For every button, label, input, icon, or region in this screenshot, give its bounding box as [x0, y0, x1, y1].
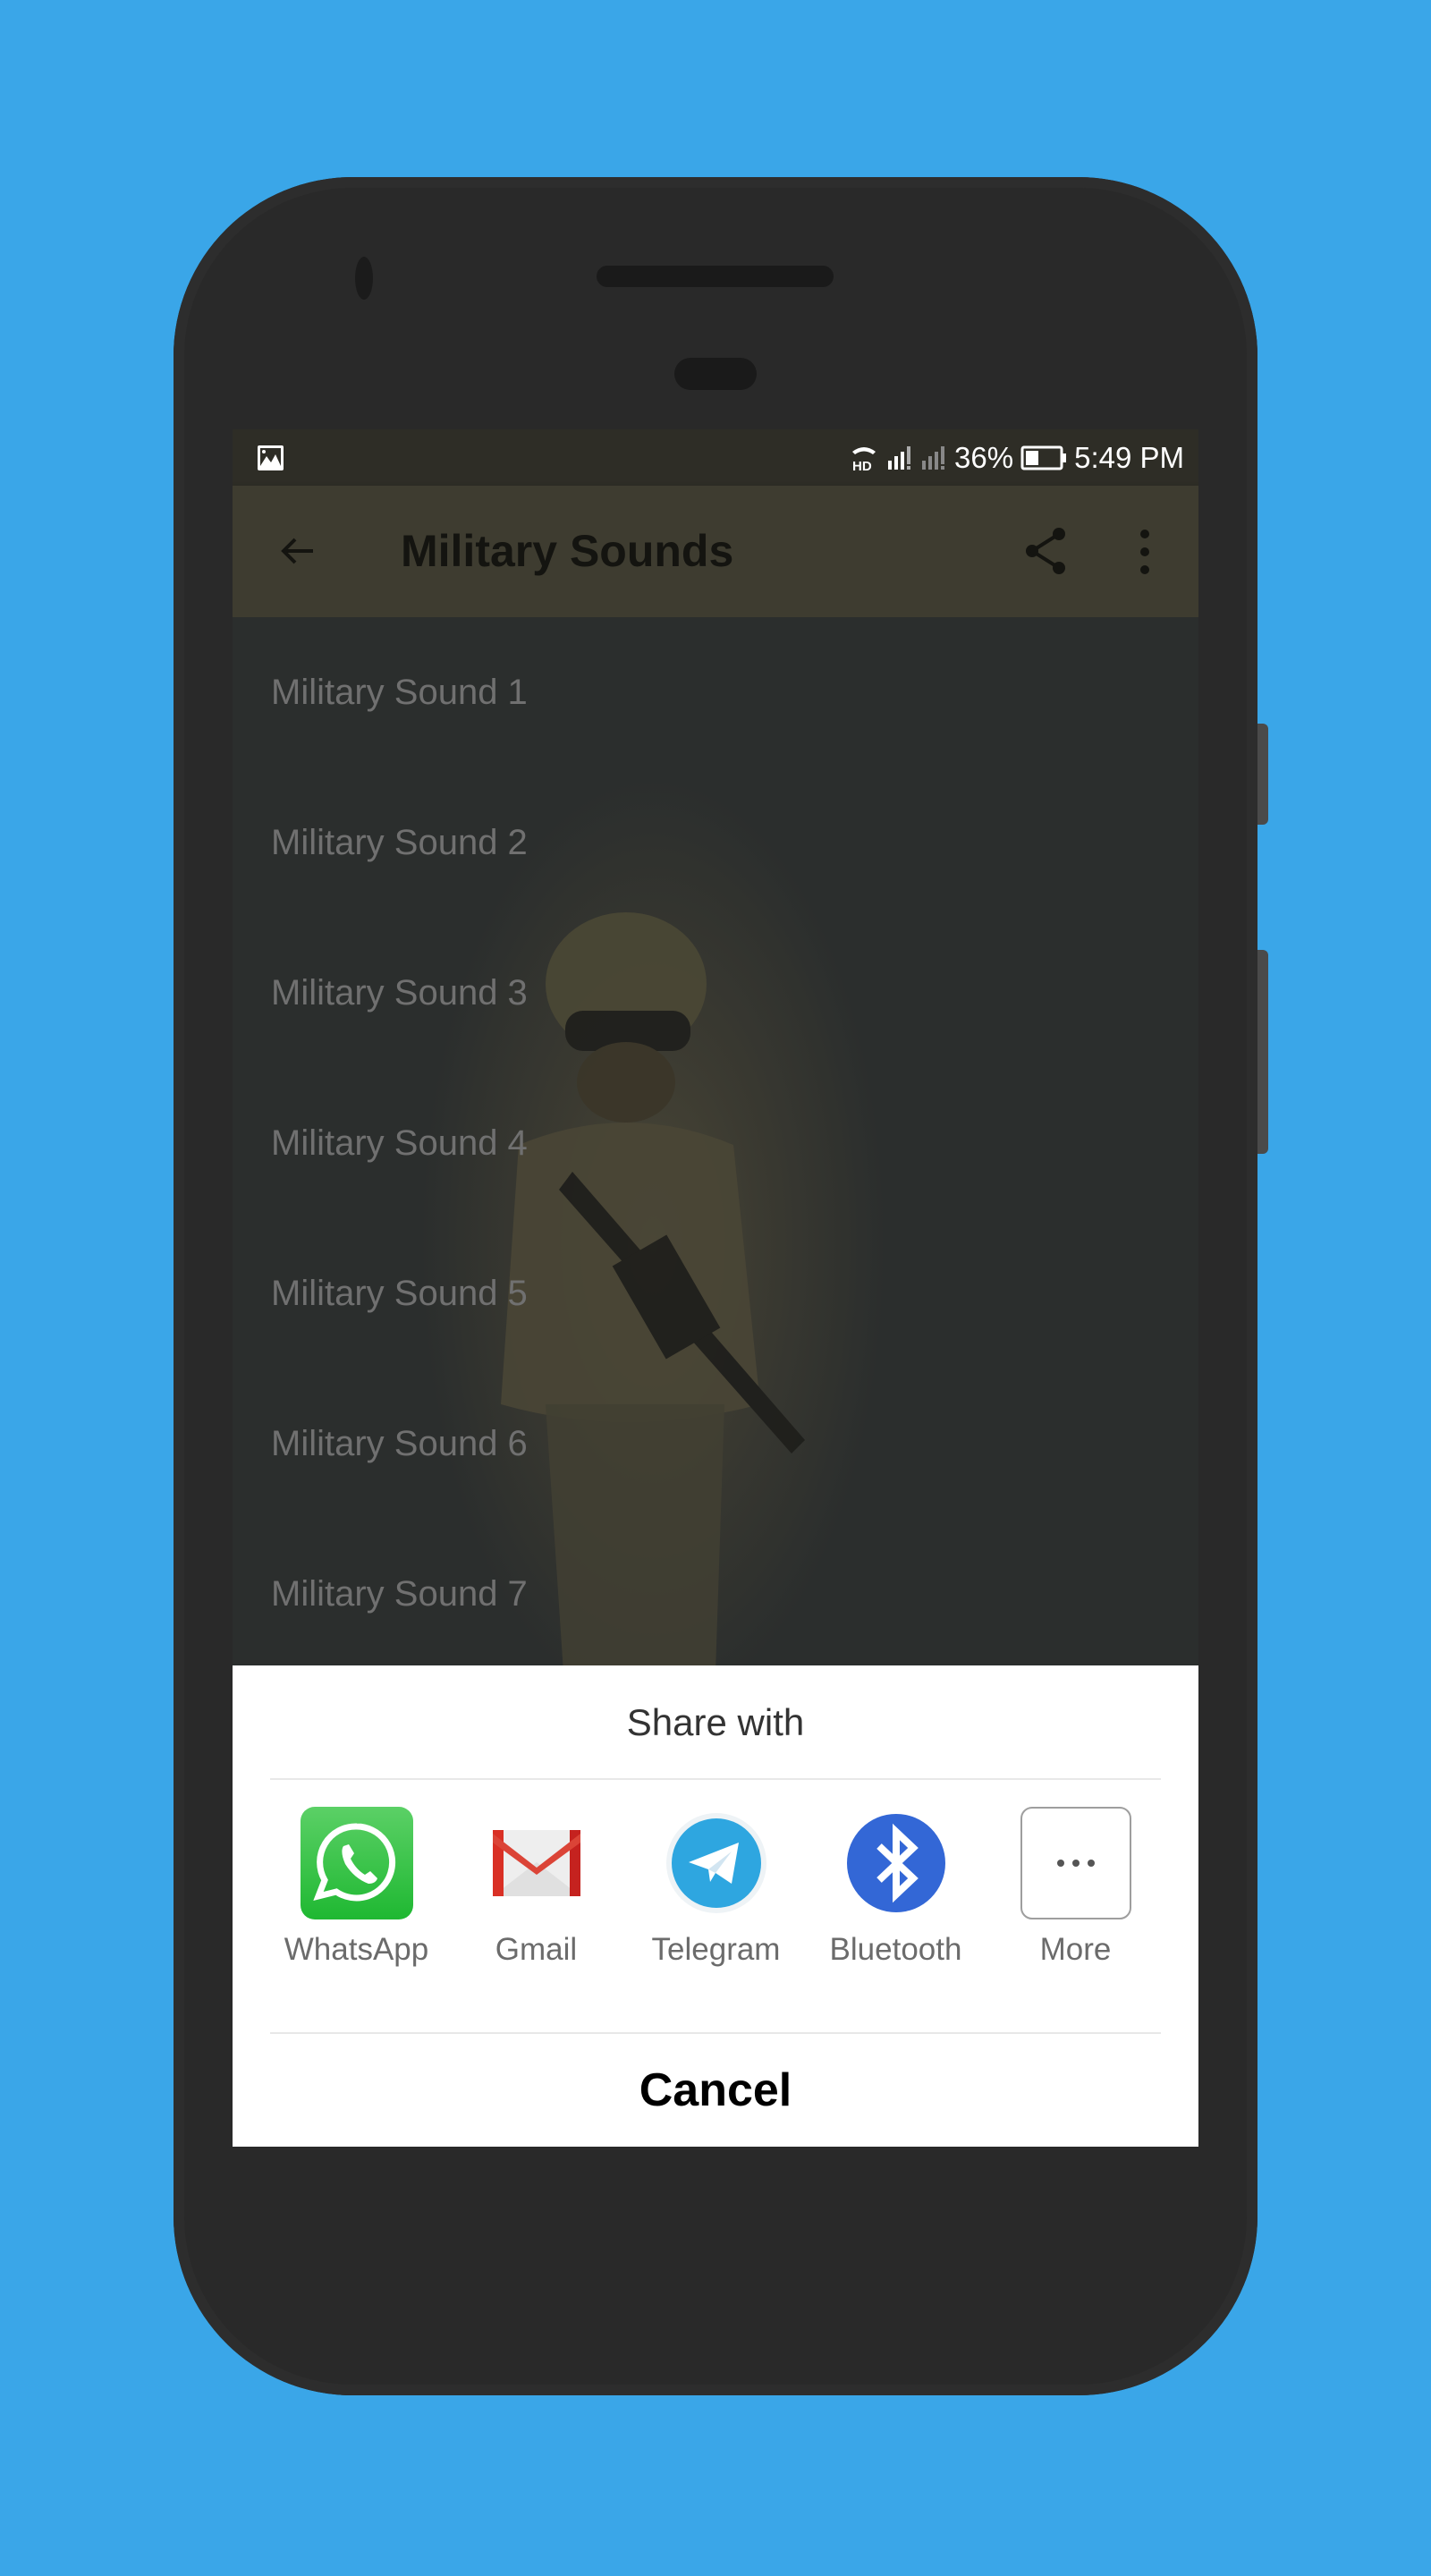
- signal-sim2-icon: [922, 445, 945, 470]
- status-bar: HD 36% 5:49 PM: [233, 429, 1198, 486]
- app-label: Bluetooth: [829, 1932, 962, 1967]
- svg-text:HD: HD: [852, 459, 872, 473]
- bluetooth-icon: [847, 1814, 945, 1912]
- hd-call-icon: HD: [852, 446, 876, 473]
- status-icons: HD 36% 5:49 PM: [849, 429, 1184, 486]
- volume-button: [1257, 950, 1268, 1154]
- clock: 5:49 PM: [1074, 440, 1184, 474]
- battery-percent: 36%: [954, 440, 1014, 474]
- power-button: [1257, 724, 1268, 825]
- list-item[interactable]: Military Sound 3: [271, 918, 1165, 1068]
- share-target-whatsapp[interactable]: WhatsApp: [267, 1789, 446, 1986]
- app-label: More: [1039, 1932, 1112, 1967]
- arrow-back-icon[interactable]: [275, 529, 320, 573]
- share-target-telegram[interactable]: Telegram: [626, 1789, 806, 1986]
- more-horiz-icon: [1020, 1807, 1131, 1919]
- whatsapp-icon: [301, 1807, 413, 1919]
- list-item[interactable]: Military Sound 5: [271, 1218, 1165, 1368]
- share-target-bluetooth[interactable]: Bluetooth: [806, 1789, 986, 1986]
- list-item[interactable]: Military Sound 1: [271, 617, 1165, 767]
- battery-icon: [1020, 445, 1067, 470]
- sound-list: Military Sound 1 Military Sound 2 Milita…: [233, 617, 1198, 1673]
- page-title: Military Sounds: [401, 526, 734, 576]
- share-sheet: Share with WhatsApp Gmail Telegram Bluet…: [233, 1665, 1198, 2147]
- telegram-icon: [666, 1813, 766, 1913]
- earpiece-speaker: [597, 266, 834, 287]
- proximity-sensor: [674, 358, 757, 390]
- signal-sim1-icon: [888, 445, 911, 470]
- app-label: WhatsApp: [284, 1932, 429, 1967]
- more-vert-icon[interactable]: [1136, 527, 1154, 577]
- front-camera: [355, 257, 373, 300]
- gmail-icon: [493, 1830, 580, 1896]
- share-target-more[interactable]: More: [986, 1789, 1165, 1986]
- cancel-button[interactable]: Cancel: [233, 2034, 1198, 2147]
- list-item[interactable]: Military Sound 6: [271, 1368, 1165, 1519]
- list-item[interactable]: Military Sound 2: [271, 767, 1165, 918]
- list-item[interactable]: Military Sound 4: [271, 1068, 1165, 1218]
- phone-screen: HD 36% 5:49 PM Military Sounds Military …: [233, 429, 1198, 2147]
- image-notification-icon: [258, 445, 284, 470]
- app-label: Gmail: [495, 1932, 578, 1967]
- share-sheet-title: Share with: [626, 1701, 805, 1743]
- app-label: Telegram: [651, 1932, 781, 1967]
- share-target-gmail[interactable]: Gmail: [446, 1789, 626, 1986]
- share-icon[interactable]: [1020, 525, 1071, 577]
- divider: [270, 1778, 1161, 1780]
- app-bar: Military Sounds: [233, 486, 1198, 617]
- list-item[interactable]: Military Sound 7: [271, 1519, 1165, 1669]
